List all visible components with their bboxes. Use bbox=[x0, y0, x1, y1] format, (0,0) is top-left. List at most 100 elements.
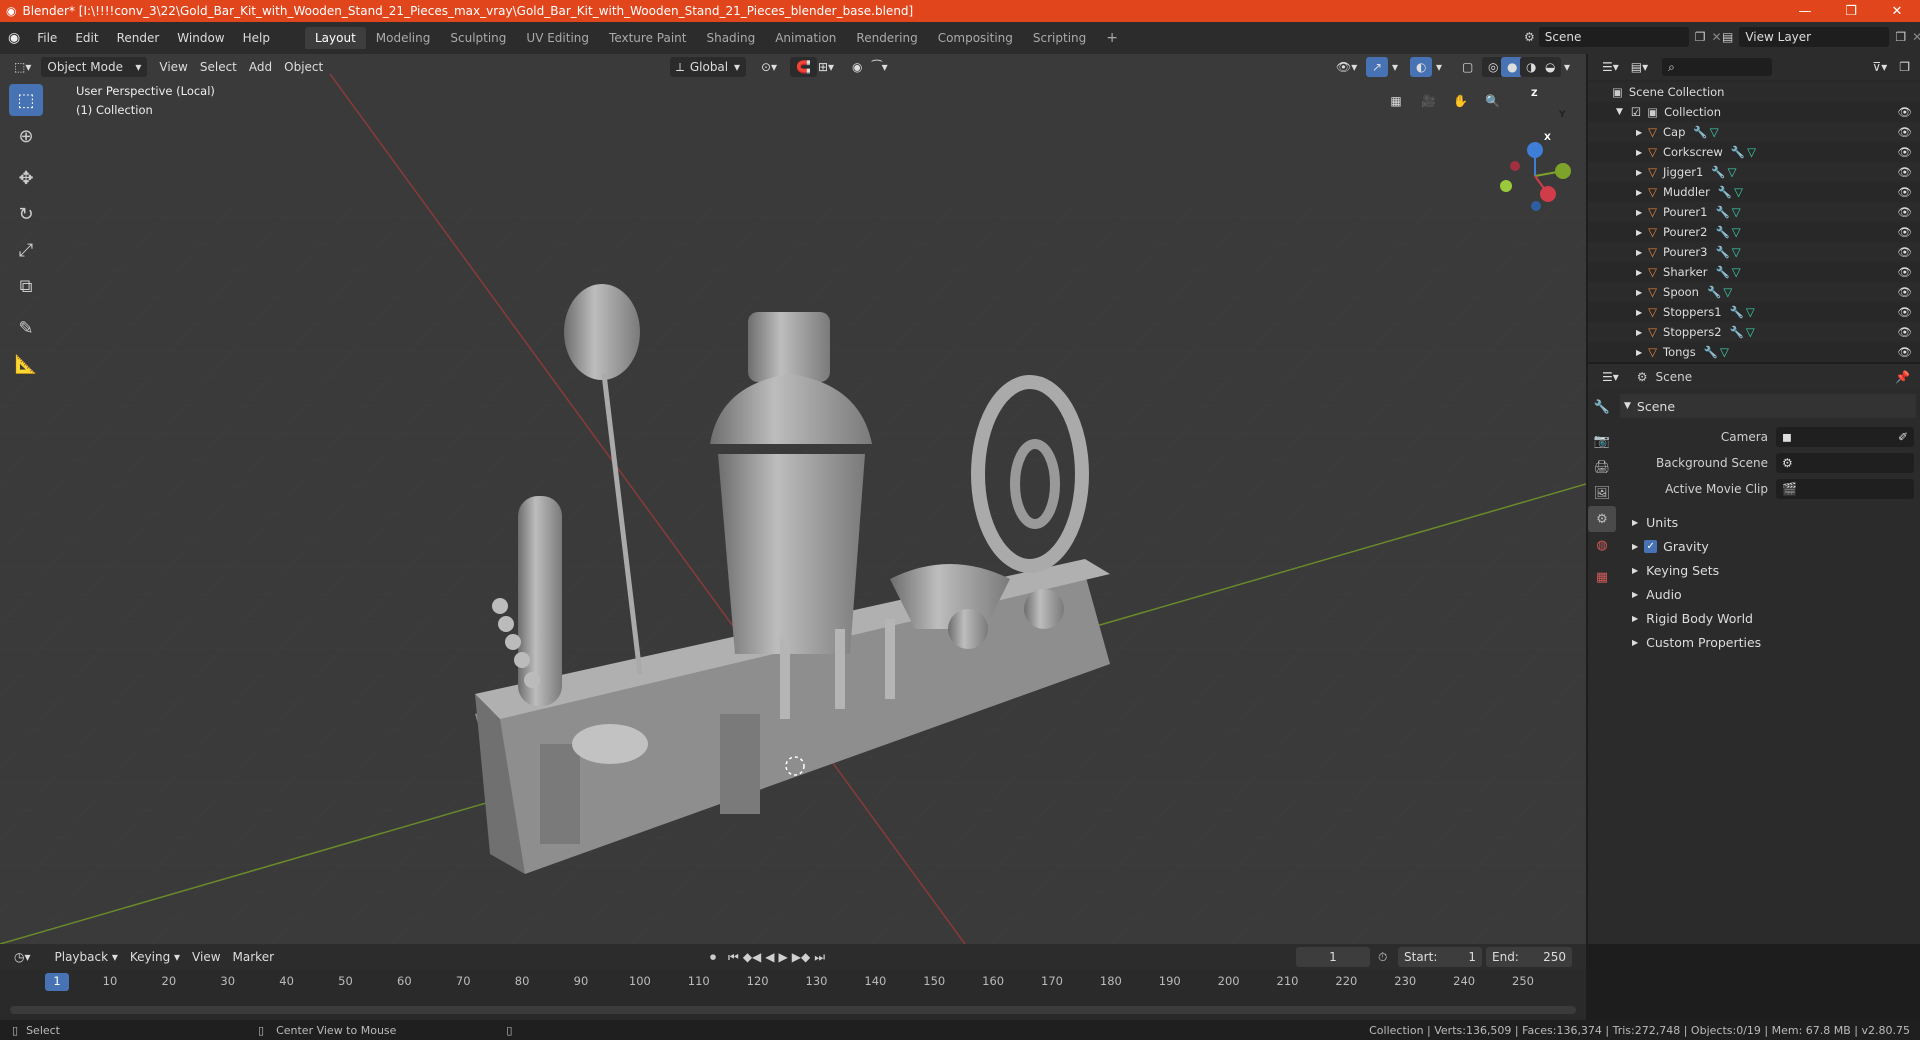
expand-arrow-icon[interactable]: ▶ bbox=[1636, 328, 1642, 337]
frame-ruler[interactable]: 1 10 20 30 40 50 60 70 80 90 100 110 120 130 140 150 160… bbox=[0, 973, 1586, 994]
expand-arrow-icon[interactable]: ▶ bbox=[1636, 128, 1642, 137]
pin-icon[interactable]: 📌 bbox=[1895, 370, 1910, 384]
new-collection-icon[interactable]: ❐ bbox=[1893, 57, 1916, 77]
tab-sculpting[interactable]: Sculpting bbox=[440, 27, 516, 49]
eye-icon[interactable]: 👁 bbox=[1897, 305, 1912, 319]
menu-playback[interactable]: Playback ▾ bbox=[49, 947, 124, 967]
record-icon[interactable]: ⏺ bbox=[710, 950, 716, 965]
expand-arrow-icon[interactable]: ▶ bbox=[1636, 228, 1642, 237]
clock-icon[interactable]: ⏱ bbox=[1378, 950, 1387, 965]
expand-arrow-icon[interactable]: ▶ bbox=[1636, 288, 1642, 297]
active-movie-clip-field[interactable]: 🎬 bbox=[1776, 479, 1914, 499]
camera-view-icon[interactable]: 🎥 bbox=[1415, 88, 1441, 114]
add-workspace-icon[interactable]: + bbox=[1096, 27, 1128, 49]
pivot-point-icon[interactable]: ⊙▾ bbox=[755, 57, 783, 77]
render-tab-icon[interactable]: 📷 bbox=[1588, 428, 1616, 454]
eye-icon[interactable]: 👁 bbox=[1897, 125, 1912, 139]
tab-modeling[interactable]: Modeling bbox=[366, 27, 441, 49]
outliner-row-object[interactable]: ▶ ▽ Muddler 🔧 ▽ 👁 bbox=[1588, 182, 1920, 202]
outliner-row-object[interactable]: ▶ ▽ Sharker 🔧 ▽ 👁 bbox=[1588, 262, 1920, 282]
menu-keying[interactable]: Keying ▾ bbox=[124, 947, 186, 967]
tab-scripting[interactable]: Scripting bbox=[1023, 27, 1096, 49]
eye-icon[interactable]: 👁 bbox=[1897, 285, 1912, 299]
world-tab-icon[interactable]: ◍ bbox=[1588, 532, 1616, 558]
eye-icon[interactable]: 👁 bbox=[1897, 185, 1912, 199]
expand-arrow-icon[interactable]: ▶ bbox=[1636, 268, 1642, 277]
gizmo-toggle-icon[interactable]: ↗ bbox=[1366, 57, 1389, 77]
jump-end-icon[interactable]: ⏭ bbox=[814, 950, 825, 965]
xray-icon[interactable]: ▢ bbox=[1456, 57, 1479, 77]
eye-icon[interactable]: 👁 bbox=[1897, 245, 1912, 259]
falloff-icon[interactable]: ⁀▾ bbox=[866, 57, 894, 77]
keying-sets-panel[interactable]: ▶ Keying Sets bbox=[1620, 558, 1916, 582]
menu-timeline-view[interactable]: View bbox=[186, 947, 226, 967]
expand-arrow-icon[interactable]: ▶ bbox=[1636, 308, 1642, 317]
eye-icon[interactable]: 👁 bbox=[1897, 205, 1912, 219]
outliner-row-object[interactable]: ▶ ▽ Pourer2 🔧 ▽ 👁 bbox=[1588, 222, 1920, 242]
outliner-row-object[interactable]: ▶ ▽ Corkscrew 🔧 ▽ 👁 bbox=[1588, 142, 1920, 162]
tab-layout[interactable]: Layout bbox=[304, 27, 366, 49]
gizmo-options-icon[interactable]: ▾ bbox=[1386, 57, 1404, 77]
view-layer-tab-icon[interactable]: 🖼 bbox=[1588, 480, 1616, 506]
expand-arrow-icon[interactable]: ▶ bbox=[1636, 188, 1642, 197]
overlays-options-icon[interactable]: ▾ bbox=[1430, 57, 1448, 77]
menu-object[interactable]: Object bbox=[278, 57, 329, 77]
background-scene-field[interactable]: ⚙ bbox=[1776, 453, 1914, 473]
gravity-panel[interactable]: ▶ ✓ Gravity bbox=[1620, 534, 1916, 558]
cursor-tool-icon[interactable]: ⊕ bbox=[9, 120, 43, 152]
transform-tool-icon[interactable]: ⧉ bbox=[9, 270, 43, 302]
menu-window[interactable]: Window bbox=[168, 27, 233, 49]
eyedropper-icon[interactable]: ✐ bbox=[1898, 430, 1908, 444]
outliner-row-object[interactable]: ▶ ▽ Stoppers2 🔧 ▽ 👁 bbox=[1588, 322, 1920, 342]
timeline-scrollbar[interactable] bbox=[10, 1006, 1576, 1014]
gizmo-y-label[interactable]: Y bbox=[1559, 110, 1566, 120]
checkbox-icon[interactable]: ☑ bbox=[1631, 105, 1641, 119]
zoom-view-icon[interactable]: 🔍 bbox=[1479, 88, 1505, 114]
scene-selector[interactable]: Scene bbox=[1538, 27, 1689, 47]
gizmo-z-label[interactable]: Z bbox=[1531, 89, 1538, 99]
gizmo-x-label[interactable]: X bbox=[1544, 133, 1551, 143]
current-frame-field[interactable]: 1 bbox=[1296, 947, 1370, 967]
transform-orientation-selector[interactable]: ⟂ Global ▾ bbox=[670, 57, 746, 77]
end-frame-field[interactable]: End: 250 bbox=[1486, 947, 1572, 967]
eye-icon[interactable]: 👁 bbox=[1897, 325, 1912, 339]
maximize-button[interactable]: ❐ bbox=[1828, 0, 1874, 22]
jump-start-icon[interactable]: ⏮ bbox=[728, 950, 739, 965]
annotate-tool-icon[interactable]: ✎ bbox=[9, 312, 43, 344]
outliner-row-object[interactable]: ▶ ▽ Cap 🔧 ▽ 👁 bbox=[1588, 122, 1920, 142]
play-reverse-icon[interactable]: ◀ bbox=[765, 950, 774, 965]
outliner-row-collection[interactable]: ▼ ☑ ▣ Collection 👁 bbox=[1588, 102, 1920, 122]
expand-arrow-icon[interactable]: ▶ bbox=[1636, 248, 1642, 257]
mode-selector[interactable]: Object Mode ▾ bbox=[41, 57, 148, 77]
expand-arrow-icon[interactable]: ▶ bbox=[1636, 348, 1642, 357]
editor-type-icon[interactable]: ⬚▾ bbox=[8, 57, 37, 77]
audio-panel[interactable]: ▶ Audio bbox=[1620, 582, 1916, 606]
prev-keyframe-icon[interactable]: ◆◀ bbox=[743, 950, 761, 965]
custom-properties-panel[interactable]: ▶ Custom Properties bbox=[1620, 630, 1916, 654]
outliner-search-input[interactable]: ⌕ bbox=[1662, 58, 1773, 76]
outliner-row-object[interactable]: ▶ ▽ Stoppers1 🔧 ▽ 👁 bbox=[1588, 302, 1920, 322]
scene-icon[interactable]: ⚙ bbox=[1524, 30, 1535, 44]
menu-add[interactable]: Add bbox=[243, 57, 278, 77]
display-mode-icon[interactable]: ▤▾ bbox=[1625, 57, 1654, 77]
eye-icon[interactable]: 👁 bbox=[1897, 225, 1912, 239]
outliner-row-object[interactable]: ▶ ▽ Jigger1 🔧 ▽ 👁 bbox=[1588, 162, 1920, 182]
menu-help[interactable]: Help bbox=[234, 27, 279, 49]
measure-tool-icon[interactable]: 📐 bbox=[9, 348, 43, 380]
output-tab-icon[interactable]: 🖨 bbox=[1588, 454, 1616, 480]
properties-editor-type-icon[interactable]: ☰▾ bbox=[1596, 367, 1625, 387]
tab-compositing[interactable]: Compositing bbox=[928, 27, 1023, 49]
eye-icon[interactable]: 👁 bbox=[1897, 265, 1912, 279]
expand-arrow-icon[interactable]: ▶ bbox=[1636, 148, 1642, 157]
menu-view[interactable]: View bbox=[153, 57, 193, 77]
select-box-icon[interactable]: ⬚ bbox=[9, 84, 43, 116]
expand-arrow-icon[interactable]: ▼ bbox=[1616, 107, 1623, 117]
filter-icon[interactable]: ⊽▾ bbox=[1866, 57, 1893, 77]
move-tool-icon[interactable]: ✥ bbox=[9, 162, 43, 194]
outliner-row-object[interactable]: ▶ ▽ Spoon 🔧 ▽ 👁 bbox=[1588, 282, 1920, 302]
outliner-row-object[interactable]: ▶ ▽ Tongs 🔧 ▽ 👁 bbox=[1588, 342, 1920, 362]
visibility-icon[interactable]: 👁▾ bbox=[1330, 57, 1363, 77]
remove-view-layer-icon[interactable]: ✕ bbox=[1912, 30, 1920, 44]
new-view-layer-icon[interactable]: ❐ bbox=[1895, 30, 1906, 44]
3d-viewport[interactable]: Z Y X User Perspective (Local) (1) Colle… bbox=[0, 54, 1586, 944]
